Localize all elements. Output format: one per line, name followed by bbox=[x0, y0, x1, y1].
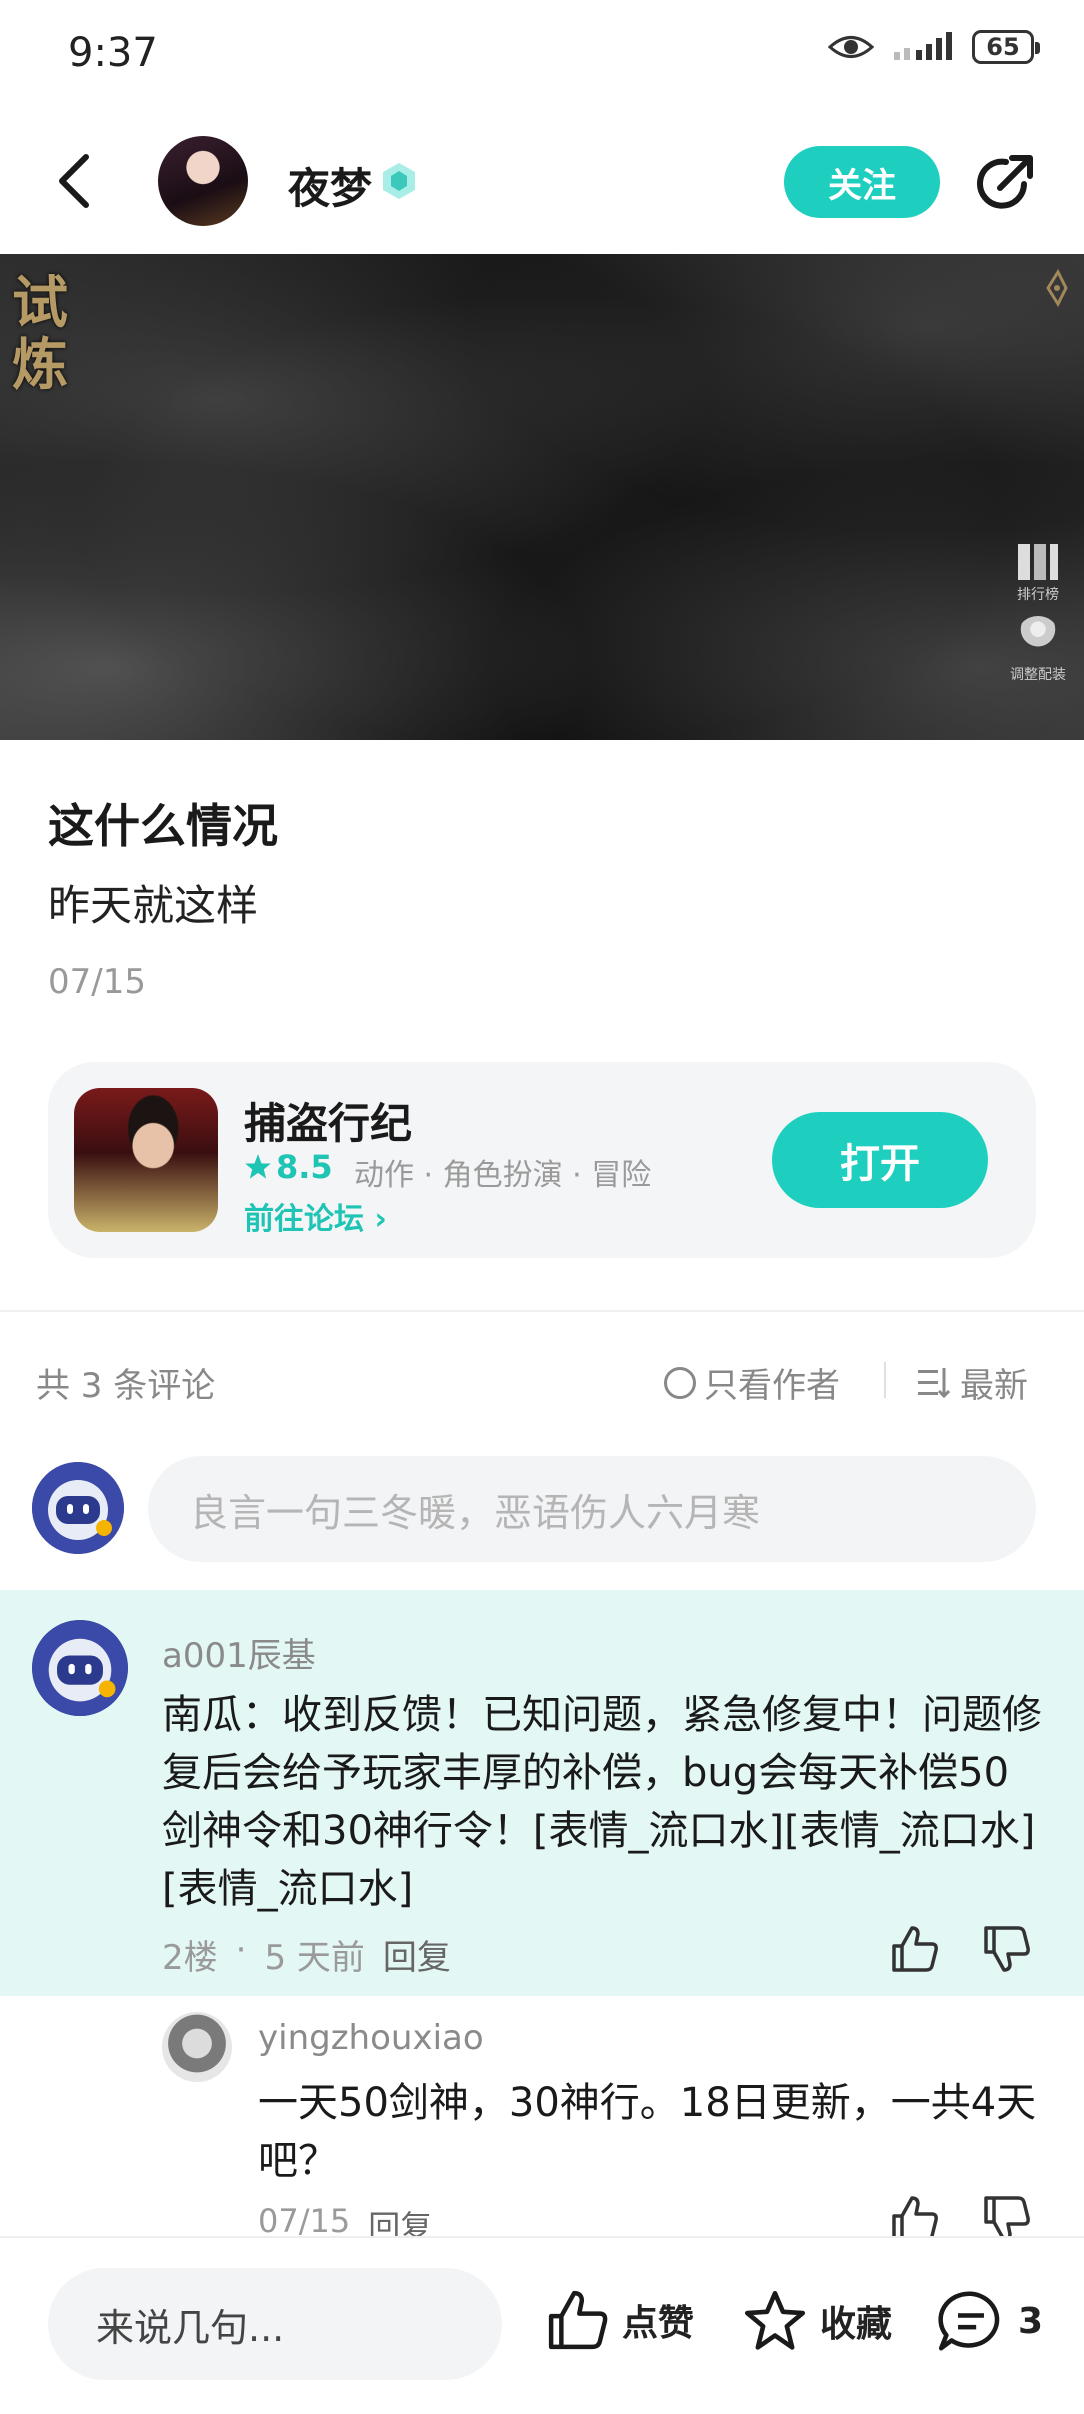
ranking-icon bbox=[1018, 544, 1058, 580]
game-icon[interactable] bbox=[74, 1088, 218, 1232]
only-author-toggle[interactable]: 只看作者 bbox=[664, 1358, 840, 1407]
favorite-button[interactable]: 收藏 bbox=[742, 2288, 892, 2354]
author-avatar[interactable] bbox=[158, 136, 248, 226]
share-button[interactable] bbox=[972, 150, 1038, 216]
divider bbox=[0, 1310, 1084, 1312]
sort-button[interactable]: 最新 bbox=[918, 1358, 1028, 1407]
radio-icon bbox=[664, 1366, 696, 1399]
chevron-left-icon bbox=[59, 154, 89, 208]
avatar[interactable] bbox=[162, 2012, 232, 2082]
comment-count: 共 3 条评论 bbox=[36, 1366, 216, 1406]
game-forum-link[interactable]: 前往论坛 › bbox=[244, 1194, 387, 1238]
eye-icon bbox=[828, 36, 874, 58]
thumbs-down-icon[interactable] bbox=[982, 1924, 1032, 1974]
video-ranking-label: 排行榜 bbox=[1010, 544, 1066, 610]
open-game-button[interactable]: 打开 bbox=[772, 1112, 988, 1208]
back-button[interactable] bbox=[54, 148, 114, 214]
comment-input[interactable]: 良言一句三冬暖，恶语伤人六月寒 bbox=[148, 1456, 1036, 1562]
sort-icon bbox=[918, 1367, 950, 1398]
post-video[interactable]: 试炼 排行榜 调整配装 bbox=[0, 254, 1084, 740]
video-outfit-label: 调整配装 bbox=[1006, 616, 1070, 688]
reply-username[interactable]: yingzhouxiao bbox=[258, 2018, 484, 2058]
game-rating: 8.5 bbox=[244, 1148, 333, 1186]
author-username[interactable]: 夜梦 bbox=[288, 155, 372, 216]
robot-avatar-icon bbox=[32, 1620, 128, 1716]
avatar[interactable] bbox=[32, 1620, 128, 1716]
post-date: 07/15 bbox=[48, 962, 146, 1002]
bottom-comment-input[interactable]: 来说几句... bbox=[48, 2268, 502, 2380]
comment-floor: 2楼 bbox=[162, 1938, 218, 1978]
post-body: 昨天就这样 bbox=[48, 881, 259, 930]
game-name: 捕盗行纪 bbox=[244, 1099, 413, 1148]
reply-text: 一天50剑神，30神行。18日更新，一共4天吧？ bbox=[258, 2080, 1037, 2184]
status-icons: 65 bbox=[828, 30, 1040, 64]
star-outline-icon bbox=[744, 2290, 806, 2350]
thumbs-up-icon[interactable] bbox=[890, 1924, 940, 1974]
comment-username[interactable]: a001辰基 bbox=[162, 1628, 316, 1677]
status-time: 9:37 bbox=[68, 30, 158, 76]
my-avatar bbox=[32, 1462, 124, 1554]
thumbs-up-icon bbox=[548, 2290, 608, 2350]
chevron-right-icon: › bbox=[374, 1202, 387, 1237]
chat-bubble-icon bbox=[938, 2291, 1000, 2351]
follow-button[interactable]: 关注 bbox=[784, 146, 940, 218]
outfit-icon bbox=[1016, 616, 1060, 660]
reply-link[interactable]: 回复 bbox=[383, 1930, 451, 1979]
comment-text: 南瓜：收到反馈！已知问题，紧急修复中！问题修复后会给予玩家丰厚的补偿，bug会每… bbox=[162, 1692, 1042, 1912]
comment-button[interactable]: 3 bbox=[936, 2288, 1043, 2354]
signal-icon bbox=[894, 32, 952, 60]
share-icon bbox=[977, 155, 1033, 209]
comment-time: 5 天前 bbox=[264, 1938, 365, 1978]
like-button[interactable]: 点赞 bbox=[546, 2288, 694, 2352]
robot-avatar-icon bbox=[32, 1462, 124, 1554]
star-icon bbox=[245, 1154, 271, 1179]
post-title: 这什么情况 bbox=[48, 799, 278, 853]
verified-badge-icon bbox=[383, 163, 415, 199]
game-tags: 动作 · 角色扮演 · 冒险 bbox=[354, 1158, 652, 1193]
comment-meta: 2楼 · 5 天前 回复 bbox=[162, 1930, 451, 1979]
separator bbox=[884, 1362, 886, 1398]
battery-icon: 65 bbox=[972, 30, 1040, 64]
video-logo-text: 试炼 bbox=[12, 270, 68, 398]
diamond-icon bbox=[1046, 268, 1068, 308]
